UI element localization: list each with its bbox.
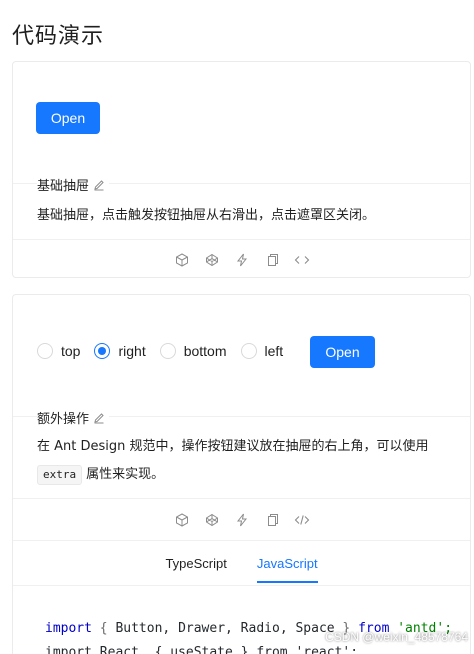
edit-icon[interactable]	[93, 412, 105, 424]
placement-radio-group: top right bottom left	[37, 343, 297, 359]
description-prefix: 在 Ant Design 规范中，操作按钮建议放在抽屉的右上角，可以使用	[37, 439, 429, 454]
thunder-icon[interactable]	[234, 252, 250, 268]
copy-icon[interactable]	[264, 252, 280, 268]
radio-right[interactable]: right	[94, 343, 146, 359]
radio-circle-checked[interactable]	[94, 343, 111, 359]
demo-card-extra: top right bottom left Open 额外操作 在 Ant De…	[12, 294, 471, 654]
description-suffix: 属性来实现。	[86, 467, 165, 482]
code-language-tabs: TypeScript JavaScript	[13, 556, 470, 583]
demo-description: 基础抽屉，点击触发按钮抽屉从右滑出，点击遮罩区关闭。	[37, 208, 376, 223]
radio-circle[interactable]	[240, 343, 257, 359]
open-drawer-button[interactable]: Open	[310, 336, 375, 368]
radio-label: left	[264, 343, 284, 359]
demo-title-text: 基础抽屉	[37, 179, 90, 194]
demo-actions	[13, 512, 470, 528]
demo-meta-title: 额外操作	[37, 408, 110, 427]
watermark: CSDN @weixin_48578764	[325, 630, 468, 644]
codepen-icon[interactable]	[204, 512, 220, 528]
edit-icon[interactable]	[93, 179, 105, 191]
actions-divider	[13, 498, 470, 499]
code-punctuation: {	[91, 621, 116, 636]
radio-left[interactable]: left	[240, 343, 284, 359]
radio-top[interactable]: top	[37, 343, 80, 359]
tab-typescript[interactable]: TypeScript	[165, 556, 226, 583]
radio-bottom[interactable]: bottom	[159, 343, 227, 359]
actions-divider	[13, 239, 470, 240]
codesandbox-icon[interactable]	[174, 252, 190, 268]
inline-code-extra: extra	[37, 465, 83, 485]
code-collapse-icon[interactable]	[294, 512, 310, 528]
tab-javascript[interactable]: JavaScript	[256, 556, 318, 583]
demo-actions	[13, 252, 470, 268]
demo-description: 在 Ant Design 规范中，操作按钮建议放在抽屉的右上角，可以使用 ext…	[37, 436, 457, 486]
thunder-icon[interactable]	[234, 512, 250, 528]
radio-label: bottom	[183, 343, 227, 359]
radio-circle[interactable]	[159, 343, 176, 359]
radio-label: right	[118, 343, 146, 359]
code-line-2: import React, { useState } from 'react';	[45, 645, 359, 654]
page-title: 代码演示	[12, 24, 105, 49]
demo-title-text: 额外操作	[37, 412, 90, 427]
demo-card-basic: Open 基础抽屉 基础抽屉，点击触发按钮抽屉从右滑出，点击遮罩区关闭。	[12, 61, 471, 278]
codepen-icon[interactable]	[204, 252, 220, 268]
copy-icon[interactable]	[264, 512, 280, 528]
tabs-bottom-divider	[13, 585, 470, 586]
codesandbox-icon[interactable]	[174, 512, 190, 528]
tabs-top-divider	[13, 540, 470, 541]
open-drawer-button[interactable]: Open	[36, 102, 100, 134]
code-keyword: import	[45, 621, 92, 636]
radio-label: top	[61, 343, 81, 359]
radio-circle[interactable]	[37, 343, 53, 359]
code-identifiers: Button, Drawer, Radio, Space	[115, 621, 335, 636]
demo-meta-title: 基础抽屉	[37, 175, 110, 194]
code-expand-icon[interactable]	[294, 252, 310, 268]
